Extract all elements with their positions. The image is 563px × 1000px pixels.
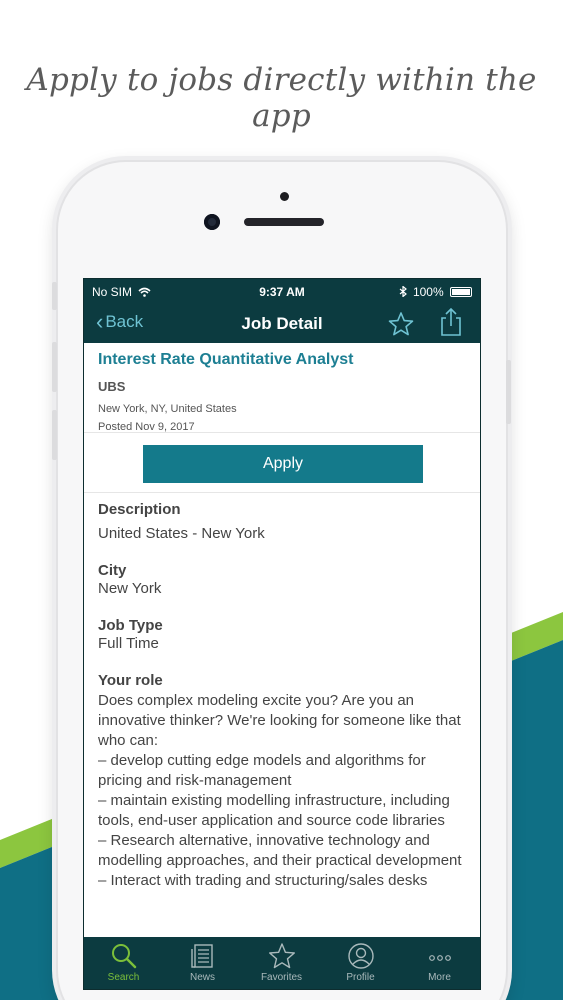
role-section: Your role Does complex modeling excite y… (98, 672, 473, 891)
tab-label: More (428, 972, 451, 983)
job-type-value: Full Time (98, 635, 159, 652)
tab-search[interactable]: Search (84, 937, 163, 989)
tab-favorites[interactable]: Favorites (242, 937, 321, 989)
battery-percent: 100% (412, 285, 444, 299)
divider (84, 432, 480, 433)
description-label: Description (98, 501, 181, 518)
favorite-star-icon[interactable] (388, 311, 414, 337)
volume-up-button (52, 342, 57, 392)
volume-down-button (52, 410, 57, 460)
job-location: New York, NY, United States (98, 403, 237, 415)
city-label: City (98, 562, 127, 579)
tab-news[interactable]: News (163, 937, 242, 989)
description-value: United States - New York (98, 525, 265, 542)
apply-button[interactable]: Apply (143, 445, 423, 483)
more-icon (428, 955, 451, 961)
tab-label: Favorites (260, 972, 303, 983)
job-details: Description United States - New York Cit… (98, 501, 473, 909)
tab-label: Search (107, 972, 140, 983)
profile-icon (347, 943, 374, 969)
front-camera (204, 214, 220, 230)
tab-more[interactable]: More (400, 937, 479, 989)
job-type-section: Job Type Full Time (98, 617, 473, 654)
tab-label: News (189, 972, 215, 983)
tab-profile[interactable]: Profile (321, 937, 400, 989)
battery-icon (450, 287, 472, 297)
app-screen: No SIM 9:37 AM 100% ‹ Back Job Detail In… (83, 278, 481, 990)
search-icon (111, 944, 136, 969)
role-text: Does complex modeling excite you? Are yo… (98, 692, 462, 889)
proximity-sensor (280, 192, 289, 201)
share-icon[interactable] (439, 307, 463, 337)
city-value: New York (98, 580, 162, 597)
battery-status: 100% (399, 285, 472, 299)
job-title: Interest Rate Quantitative Analyst (98, 351, 354, 368)
page-title: Job Detail (241, 314, 323, 333)
description-section: Description United States - New York (98, 501, 473, 544)
bluetooth-icon (399, 285, 407, 298)
status-bar: No SIM 9:37 AM 100% (84, 283, 480, 301)
role-label: Your role (98, 672, 163, 689)
headline: Apply to jobs directly within the app (26, 62, 537, 134)
job-type-label: Job Type (98, 617, 163, 634)
earpiece-speaker (244, 218, 324, 226)
job-header: Interest Rate Quantitative Analyst UBS N… (98, 351, 468, 433)
city-section: City New York (98, 562, 473, 599)
power-button (506, 360, 511, 424)
mute-switch (52, 282, 57, 310)
navigation-bar: No SIM 9:37 AM 100% ‹ Back Job Detail (84, 279, 480, 343)
company-name: UBS (98, 379, 126, 394)
news-icon (190, 944, 213, 968)
tab-label: Profile (346, 972, 375, 983)
tab-bar: Search News Favorites Profile More (84, 937, 480, 989)
star-icon (268, 943, 295, 969)
divider (84, 492, 480, 493)
